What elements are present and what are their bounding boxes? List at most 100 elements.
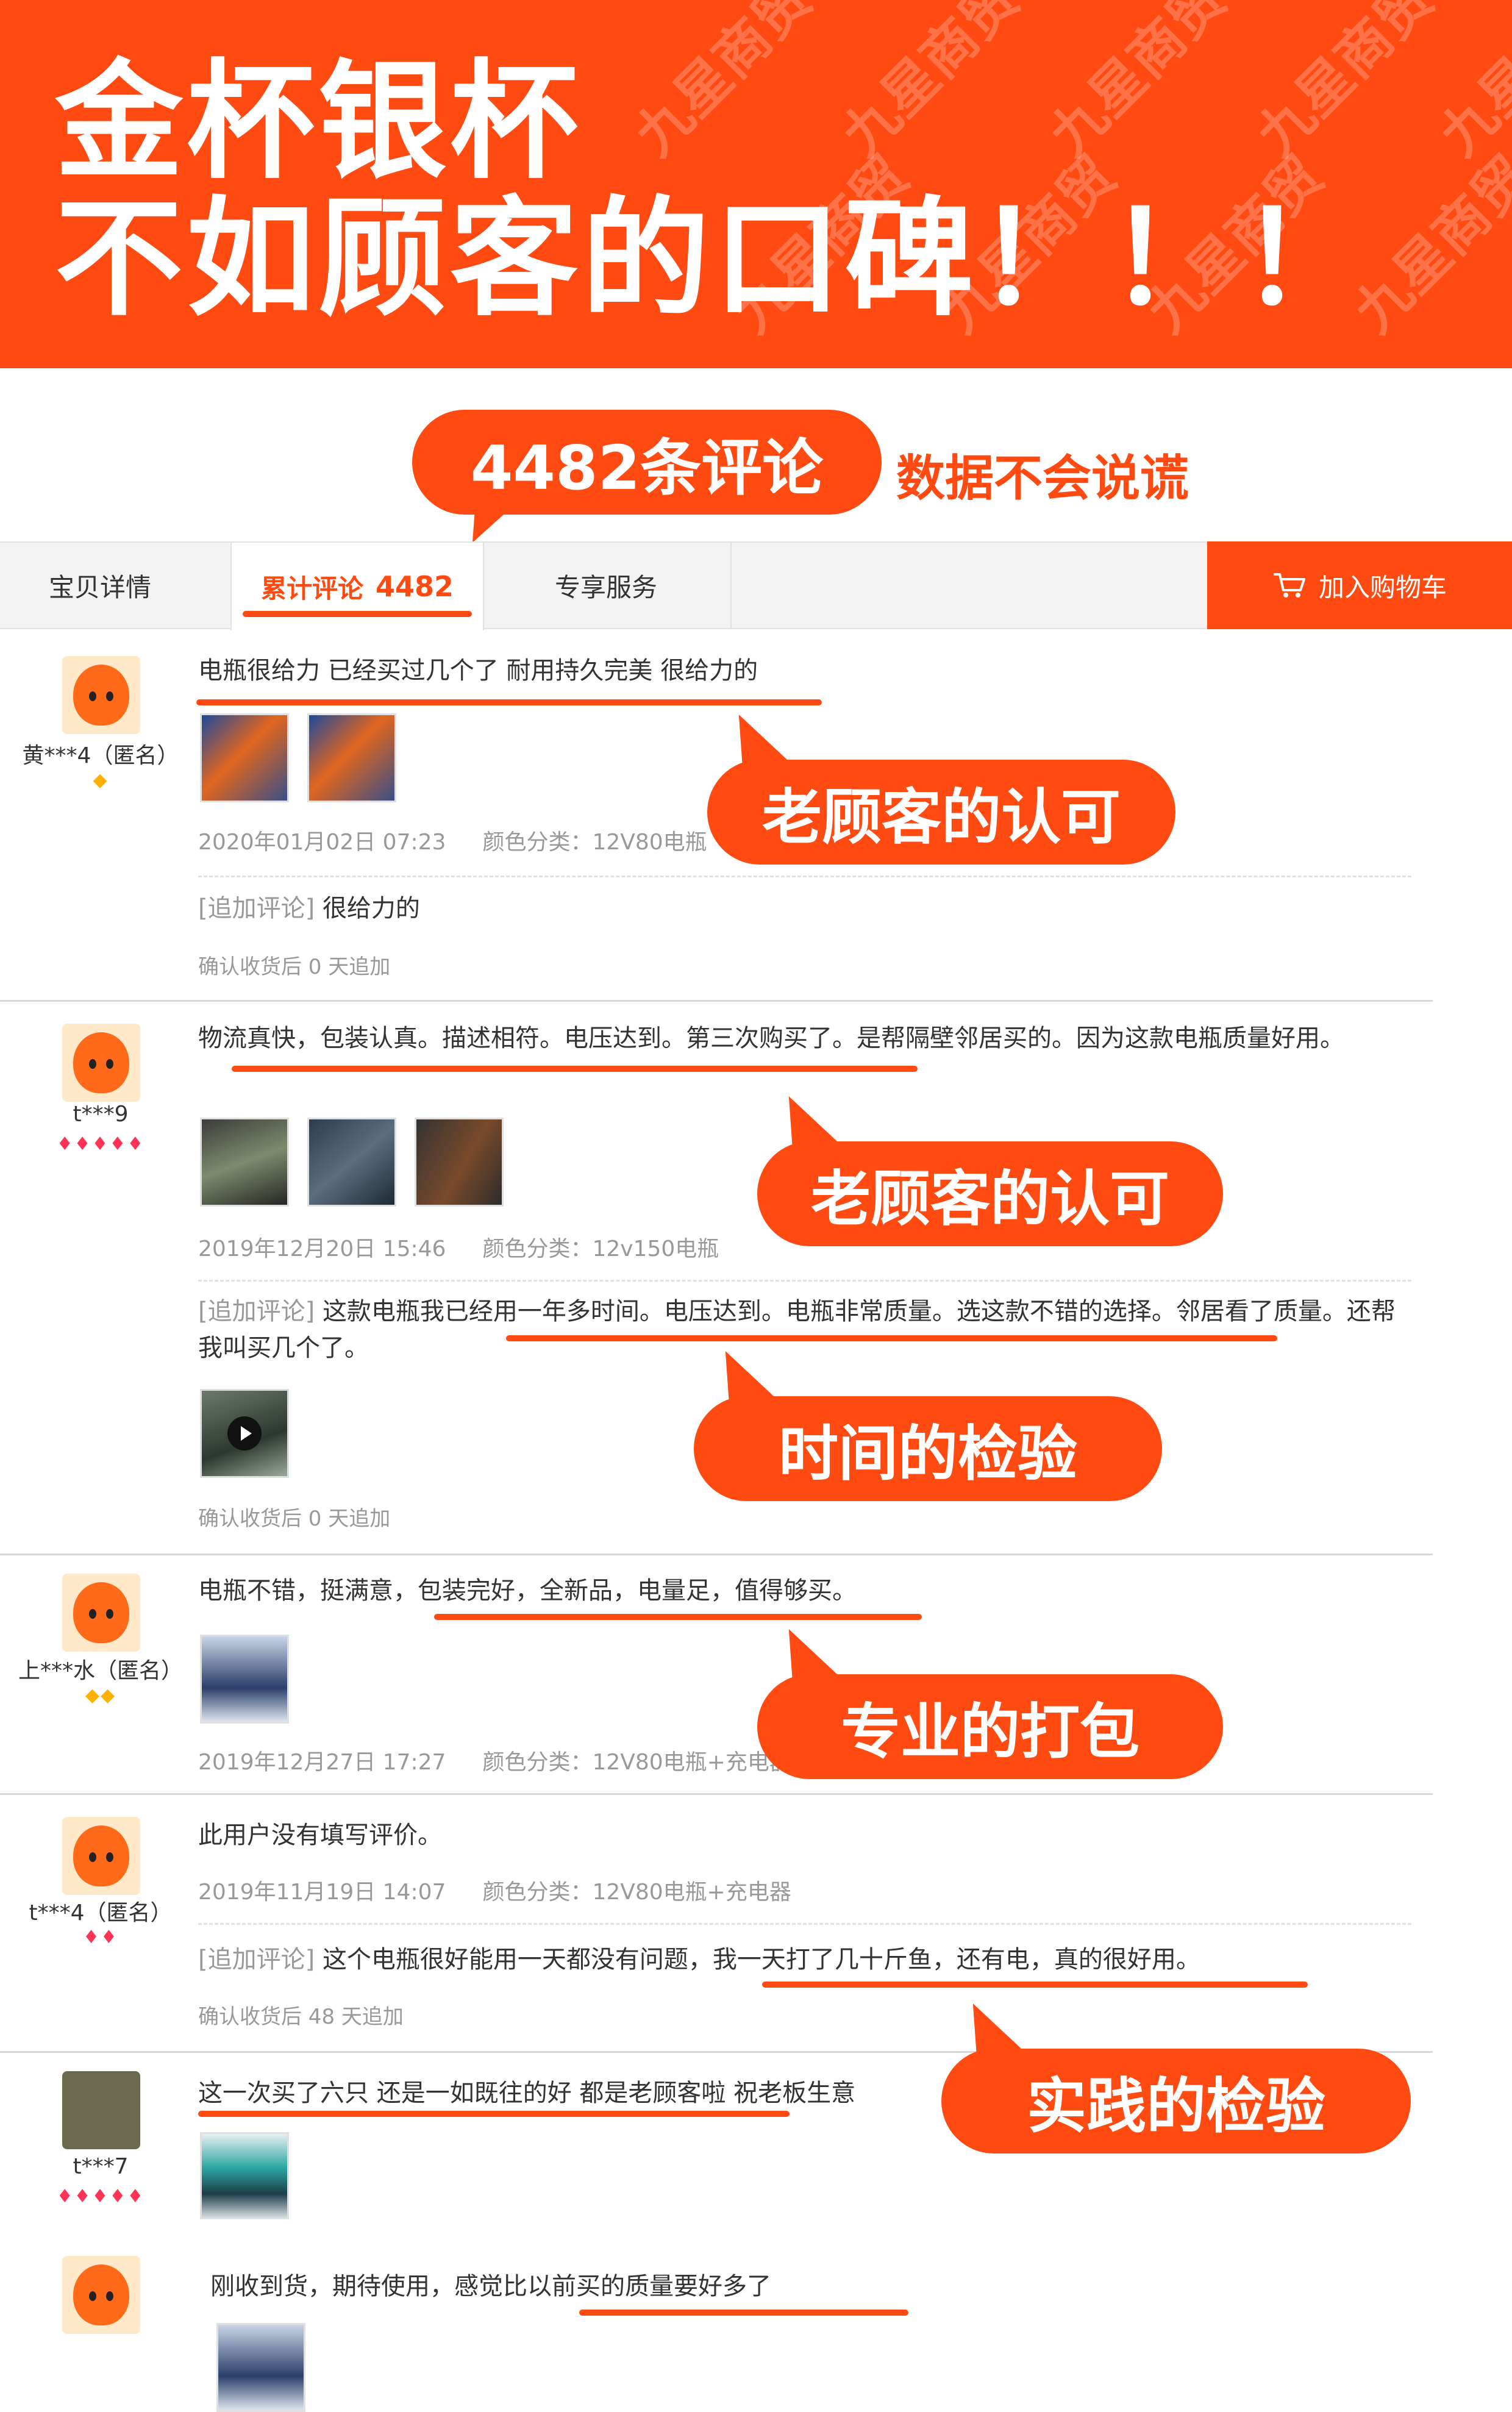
watermark: 九星商贸: [1037, 0, 1238, 168]
review-variant: 颜色分类：12V80电瓶+充电器: [482, 1880, 791, 1905]
cart-icon: [1272, 572, 1307, 599]
review-photos: [200, 1635, 289, 1724]
append-days-note: 确认收货后 0 天追加: [198, 1507, 391, 1531]
append-days-note: 确认收货后 0 天追加: [198, 955, 391, 979]
appended-review: [追加评论] 很给力的: [198, 890, 1411, 927]
review-username: 上***水（匿名）: [18, 1658, 183, 1683]
avatar[interactable]: [62, 2071, 140, 2149]
callout-label: 时间的检验: [778, 1419, 1077, 1489]
promo-banner: 九星商贸 九星商贸 九星商贸 九星商贸 九星商贸 九星商贸 九星商贸 九星商贸 …: [0, 0, 1512, 368]
bubble-tail: [458, 508, 511, 543]
buyer-rank-badge: ♦♦: [83, 1927, 118, 1948]
review-variant: 颜色分类：12V80电瓶+充电器: [482, 1750, 791, 1775]
tab-reviews[interactable]: 累计评论 4482: [230, 543, 484, 630]
buyer-rank-badge: ◆: [93, 769, 109, 791]
review-username: t***7: [73, 2154, 129, 2179]
review-username: 黄***4（匿名）: [22, 743, 179, 768]
add-to-cart-label: 加入购物车: [1318, 572, 1447, 602]
divider: [198, 876, 1411, 877]
review-photos: [200, 1118, 504, 1207]
tab-bar: 宝贝详情 累计评论 4482 专享服务 加入购物车: [0, 541, 1512, 630]
tab-divider: [730, 543, 732, 628]
tab-label: 专享服务: [555, 572, 658, 602]
review-count-bubble: 4482条评论: [412, 410, 882, 543]
append-days-note: 确认收货后 48 天追加: [198, 2005, 404, 2029]
highlight-underline: [232, 1066, 918, 1072]
callout-bubble: 老顾客的认可: [757, 1096, 1223, 1246]
highlight-underline: [762, 1982, 1308, 1988]
avatar[interactable]: [62, 1574, 140, 1652]
review-meta: 2019年12月20日 15:46 颜色分类：12v150电瓶: [198, 1231, 719, 1263]
review-photos: [216, 2323, 305, 2412]
tab-item-details[interactable]: 宝贝详情: [49, 543, 151, 628]
buyer-rank-badge: ◆◆: [85, 1685, 116, 1706]
callout-label: 专业的打包: [840, 1697, 1139, 1767]
review-photo-thumbnail[interactable]: [200, 1635, 289, 1724]
review-date: 2019年12月27日 17:27: [198, 1750, 446, 1775]
review-photo-thumbnail[interactable]: [307, 713, 396, 802]
review-photo-thumbnail[interactable]: [200, 713, 289, 802]
divider: [198, 1923, 1411, 1925]
highlight-underline: [434, 1614, 922, 1620]
tab-exclusive-service[interactable]: 专享服务: [555, 543, 657, 628]
review-text: 此用户没有填写评价。: [198, 1821, 442, 1849]
watermark: 九星商贸: [622, 0, 824, 168]
add-to-cart-button[interactable]: 加入购物车: [1207, 541, 1512, 629]
review-photos: [200, 713, 396, 802]
review-photos: [200, 2132, 289, 2221]
callout-bubble: 时间的检验: [694, 1351, 1162, 1501]
highlight-underline: [579, 2310, 908, 2316]
callout-bubble: 专业的打包: [757, 1629, 1223, 1779]
review-date: 2019年12月20日 15:46: [198, 1236, 446, 1261]
append-tag: [追加评论]: [198, 1946, 315, 1974]
highlight-underline: [198, 2111, 790, 2117]
review-photo-thumbnail[interactable]: [200, 2132, 289, 2221]
review-item: t***7 ♦♦♦♦♦ 这一次买了六只 还是一如既往的好 都是老顾客啦 祝老板生…: [0, 2053, 1433, 2221]
review-videos: [200, 1389, 289, 1478]
buyer-rank-badge: ♦♦♦♦♦: [56, 1133, 145, 1155]
review-text: 物流真快，包装认真。描述相符。电压达到。第三次购买了。是帮隔壁邻居买的。因为这款…: [198, 1024, 1344, 1052]
review-photo-thumbnail[interactable]: [307, 1118, 396, 1207]
appended-review: [追加评论] 这款电瓶我已经用一年多时间。电压达到。电瓶非常质量。选这款不错的选…: [198, 1293, 1411, 1366]
review-item: 上***水（匿名） ◆◆ 电瓶不错，挺满意，包装完好，全新品，电量足，值得够买。…: [0, 1555, 1433, 1795]
divider: [198, 1280, 1411, 1282]
buyer-rank-badge: ♦♦♦♦♦: [56, 2186, 145, 2207]
watermark: 九星商贸: [830, 0, 1031, 168]
review-username: t***4（匿名）: [29, 1900, 173, 1925]
tab-label: 累计评论: [260, 573, 363, 604]
review-variant: 颜色分类：12V80电瓶: [482, 830, 707, 855]
review-photo-thumbnail[interactable]: [216, 2323, 305, 2412]
highlight-underline: [196, 699, 822, 705]
review-date: 2020年01月02日 07:23: [198, 830, 446, 855]
review-count-label: 4482条评论: [470, 432, 824, 504]
append-text: 很给力的: [322, 894, 420, 922]
tab-review-count: 4482: [375, 570, 454, 603]
play-icon: [227, 1416, 262, 1450]
avatar[interactable]: [62, 656, 140, 734]
review-photo-thumbnail[interactable]: [415, 1118, 504, 1207]
append-text: 这款电瓶我已经用一年多时间。电压达到。电瓶非常质量。选这款不错的选择。邻居看了质…: [198, 1297, 1396, 1362]
watermark: 九星商贸: [1244, 0, 1446, 168]
avatar[interactable]: [62, 2256, 140, 2334]
review-item: 刚收到货，期待使用，感觉比以前买的质量要好多了: [0, 2219, 1512, 2412]
review-username: t***9: [73, 1102, 129, 1127]
review-meta: 2019年11月19日 14:07 颜色分类：12V80电瓶+充电器: [198, 1874, 791, 1906]
highlight-underline: [506, 1335, 1277, 1341]
review-text: 电瓶很给力 已经买过几个了 耐用持久完美 很给力的: [198, 657, 758, 685]
append-text: 这个电瓶很好能用一天都没有问题，我一天打了几十斤鱼，还有电，真的很好用。: [322, 1946, 1200, 1974]
banner-title-line2: 不如顾客的口碑！！！: [55, 184, 1372, 334]
tab-underline: [243, 611, 472, 617]
review-text: 这一次买了六只 还是一如既往的好 都是老顾客啦 祝老板生意: [198, 2079, 856, 2107]
review-video-thumbnail[interactable]: [200, 1389, 289, 1478]
avatar[interactable]: [62, 1817, 140, 1895]
appended-review: [追加评论] 这个电瓶很好能用一天都没有问题，我一天打了几十斤鱼，还有电，真的很…: [198, 1941, 1411, 1978]
banner-title-line1: 金杯银杯: [55, 47, 582, 196]
review-text: 电瓶不错，挺满意，包装完好，全新品，电量足，值得够买。: [198, 1577, 857, 1605]
callout-bubble: 老顾客的认可: [707, 715, 1175, 865]
review-photo-thumbnail[interactable]: [200, 1118, 289, 1207]
review-item: t***4（匿名） ♦♦ 此用户没有填写评价。 2019年11月19日 14:0…: [0, 1795, 1433, 2053]
review-meta: 2019年12月27日 17:27 颜色分类：12V80电瓶+充电器: [198, 1744, 791, 1776]
review-date: 2019年11月19日 14:07: [198, 1880, 446, 1905]
avatar[interactable]: [62, 1024, 140, 1102]
review-meta: 2020年01月02日 07:23 颜色分类：12V80电瓶: [198, 824, 707, 856]
